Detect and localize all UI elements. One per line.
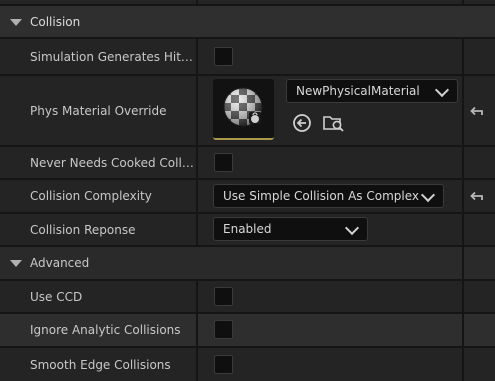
folder-search-icon[interactable] bbox=[322, 113, 346, 133]
ignore-analytic-checkbox[interactable] bbox=[214, 320, 233, 339]
collision-response-value: Enabled bbox=[223, 222, 272, 236]
section-title-collision: Collision bbox=[30, 14, 81, 29]
property-label: Never Needs Cooked Collision Data bbox=[30, 147, 196, 178]
property-label-text: Collision Complexity bbox=[30, 189, 152, 203]
property-label: Use CCD bbox=[30, 281, 196, 312]
property-row-collision-complexity: Collision Complexity Use Simple Collisio… bbox=[0, 179, 495, 212]
arrow-left-circle-icon[interactable] bbox=[292, 113, 312, 133]
property-row-use-ccd: Use CCD bbox=[0, 280, 495, 312]
property-label: Ignore Analytic Collisions bbox=[30, 314, 196, 346]
column-splitter[interactable] bbox=[196, 281, 198, 312]
column-splitter[interactable] bbox=[196, 348, 198, 381]
column-splitter[interactable] bbox=[196, 76, 198, 145]
reset-to-default-icon[interactable] bbox=[468, 102, 486, 120]
phys-material-value: NewPhysicalMaterial bbox=[296, 84, 420, 98]
column-splitter bbox=[462, 247, 464, 279]
use-ccd-checkbox[interactable] bbox=[214, 286, 233, 306]
never-cooked-checkbox[interactable] bbox=[214, 152, 233, 172]
collision-response-dropdown[interactable]: Enabled bbox=[213, 217, 368, 241]
property-label-text: Ignore Analytic Collisions bbox=[30, 323, 181, 337]
section-title-advanced: Advanced bbox=[30, 256, 90, 270]
column-splitter bbox=[462, 214, 464, 245]
property-label-text: Phys Material Override bbox=[30, 103, 167, 118]
property-label-text: Collision Reponse bbox=[30, 222, 136, 237]
triangle-down-icon[interactable] bbox=[10, 18, 22, 26]
column-splitter[interactable] bbox=[196, 314, 198, 346]
column-splitter bbox=[462, 39, 464, 74]
property-label-text: Use CCD bbox=[30, 289, 83, 304]
top-strip bbox=[0, 0, 495, 4]
column-splitter bbox=[462, 147, 464, 178]
column-splitter[interactable] bbox=[196, 147, 198, 178]
property-label: Phys Material Override bbox=[30, 76, 196, 145]
property-row-smooth-edge: Smooth Edge Collisions bbox=[0, 347, 495, 381]
column-splitter bbox=[462, 348, 464, 381]
details-panel: Collision Simulation Generates Hit Event… bbox=[0, 0, 495, 381]
chevron-down-icon bbox=[344, 220, 360, 236]
property-label-text: Never Needs Cooked Collision Data bbox=[30, 155, 196, 170]
asset-thumbnail[interactable] bbox=[213, 79, 274, 140]
column-splitter bbox=[462, 314, 464, 346]
property-row-ignore-analytic: Ignore Analytic Collisions bbox=[0, 313, 495, 346]
column-splitter bbox=[462, 180, 464, 212]
property-label: Smooth Edge Collisions bbox=[30, 348, 196, 381]
column-splitter bbox=[462, 76, 464, 145]
chevron-down-icon bbox=[434, 82, 450, 98]
sim-hit-events-checkbox[interactable] bbox=[214, 46, 233, 66]
column-splitter[interactable] bbox=[196, 214, 198, 245]
property-label-text: Simulation Generates Hit Events bbox=[30, 49, 196, 64]
triangle-down-icon[interactable] bbox=[10, 260, 22, 267]
collision-complexity-dropdown[interactable]: Use Simple Collision As Complex bbox=[213, 184, 444, 208]
property-row-sim-hit-events: Simulation Generates Hit Events bbox=[0, 38, 495, 74]
section-header-collision[interactable]: Collision bbox=[0, 5, 495, 37]
chevron-down-icon bbox=[420, 187, 436, 203]
property-row-collision-response: Collision Reponse Enabled bbox=[0, 213, 495, 245]
physical-material-thumbnail bbox=[223, 87, 263, 127]
reset-to-default-icon[interactable] bbox=[468, 187, 486, 205]
property-label: Collision Complexity bbox=[30, 180, 196, 212]
smooth-edge-checkbox[interactable] bbox=[214, 354, 233, 374]
property-row-never-cooked: Never Needs Cooked Collision Data bbox=[0, 146, 495, 178]
property-label-text: Smooth Edge Collisions bbox=[30, 357, 171, 372]
column-splitter bbox=[462, 281, 464, 312]
column-splitter[interactable] bbox=[196, 180, 198, 212]
property-label: Collision Reponse bbox=[30, 214, 196, 245]
collision-complexity-value: Use Simple Collision As Complex bbox=[223, 189, 420, 203]
section-header-advanced[interactable]: Advanced bbox=[0, 246, 495, 279]
property-label: Simulation Generates Hit Events bbox=[30, 39, 196, 74]
phys-material-dropdown[interactable]: NewPhysicalMaterial bbox=[286, 79, 458, 103]
column-splitter[interactable] bbox=[196, 39, 198, 74]
